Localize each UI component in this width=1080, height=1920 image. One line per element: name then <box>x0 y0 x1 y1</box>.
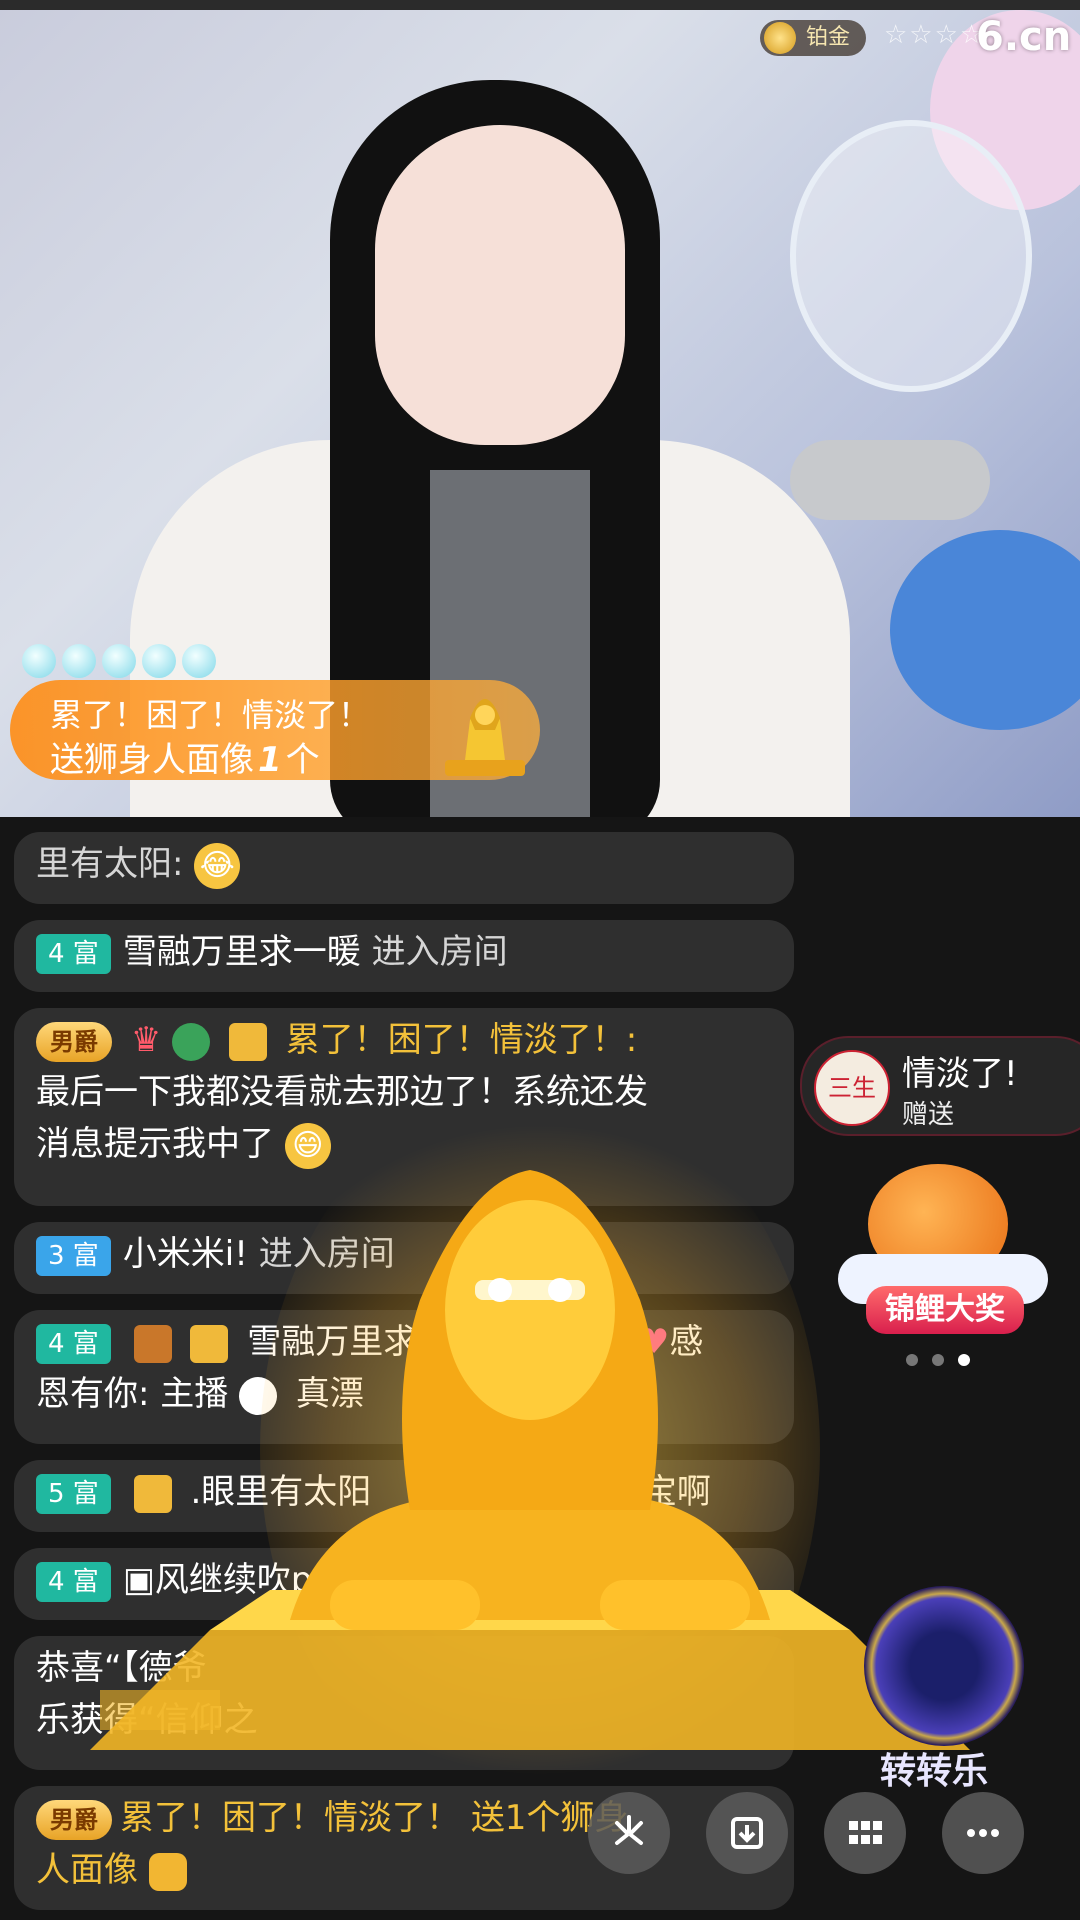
chat-line: 男爵累了！困了！情淡了！ 送1个狮身 人面像 <box>14 1786 794 1910</box>
chat-text: 里有太阳: <box>36 844 184 884</box>
sparkle-icon <box>615 1815 643 1845</box>
sphinx-gift-icon <box>148 1852 187 1891</box>
blue-balloon <box>890 530 1080 730</box>
crown-icon: ♛ <box>130 1020 162 1060</box>
bubble-icon <box>102 644 136 678</box>
download-button[interactable] <box>706 1792 788 1874</box>
apps-button[interactable] <box>824 1792 906 1874</box>
avatar[interactable]: 三生 <box>814 1050 890 1126</box>
gift-action: 赠送 <box>902 1100 955 1130</box>
download-icon <box>731 1817 763 1849</box>
gift-sender: 累了！困了！情淡了！ <box>50 696 371 734</box>
bubble-icon <box>62 644 96 678</box>
gift-count: 1 <box>258 740 282 780</box>
gift-notification[interactable]: 三生 情淡了! 赠送 <box>800 1036 1080 1136</box>
chat-text: 人面像 <box>36 1850 138 1890</box>
gift-unit: 个 <box>285 740 320 780</box>
site-logo: 6.cn <box>976 14 1072 60</box>
status-strip <box>0 0 1080 10</box>
noble-badge: 男爵 <box>36 1799 112 1840</box>
noble-badge: 男爵 <box>36 1021 112 1062</box>
lucky-wheel-button[interactable] <box>864 1586 1024 1746</box>
lucky-wheel-label: 转转乐 <box>880 1751 989 1792</box>
user-name[interactable]: 累了！困了！情淡了！ <box>120 1798 460 1838</box>
chat-line: 4 富雪融万里求一暖 进入房间 <box>14 920 794 992</box>
laugh-emoji-icon: 😂 <box>194 842 241 889</box>
share-button[interactable] <box>588 1792 670 1874</box>
bubble-row <box>22 644 216 678</box>
grid-icon <box>849 1821 882 1844</box>
bubble-icon <box>22 644 56 678</box>
microphone <box>790 440 990 520</box>
user-name[interactable]: 累了！困了！情淡了！: <box>286 1020 637 1060</box>
wealth-level-badge: 4 富 <box>36 933 111 974</box>
more-icon <box>967 1829 999 1837</box>
medal-icon <box>172 1022 211 1061</box>
face <box>375 125 625 445</box>
bubble-icon <box>142 644 176 678</box>
bubble-icon <box>182 644 216 678</box>
gift-action-text: 送狮身人面像 <box>50 740 254 780</box>
gift-banner: 累了！困了！情淡了！ 送狮身人面像 1 个 <box>10 680 540 780</box>
sphinx-gift-animation <box>90 1170 970 1750</box>
gift-action: 送狮身人面像 1 个 <box>50 732 320 781</box>
chat-action: 进入房间 <box>371 932 508 972</box>
platinum-label: 铂金 <box>806 25 851 50</box>
user-name[interactable]: 雪融万里求一暖 <box>123 932 361 972</box>
sphinx-gift-icon <box>445 699 525 776</box>
more-button[interactable] <box>942 1792 1024 1874</box>
medal-icon <box>764 22 796 54</box>
chat-line: 里有太阳: 😂 <box>14 832 794 904</box>
platinum-badge[interactable]: 铂金 <box>760 20 867 56</box>
gift-user-name: 情淡了! <box>902 1054 1018 1094</box>
live-video[interactable]: 铂金 ☆☆☆☆ 6.cn 累了！困了！情淡了！ 送狮身人面像 1 个 <box>0 0 1080 817</box>
star-rating: ☆☆☆☆ <box>884 20 986 50</box>
user-card-icon <box>228 1022 267 1061</box>
